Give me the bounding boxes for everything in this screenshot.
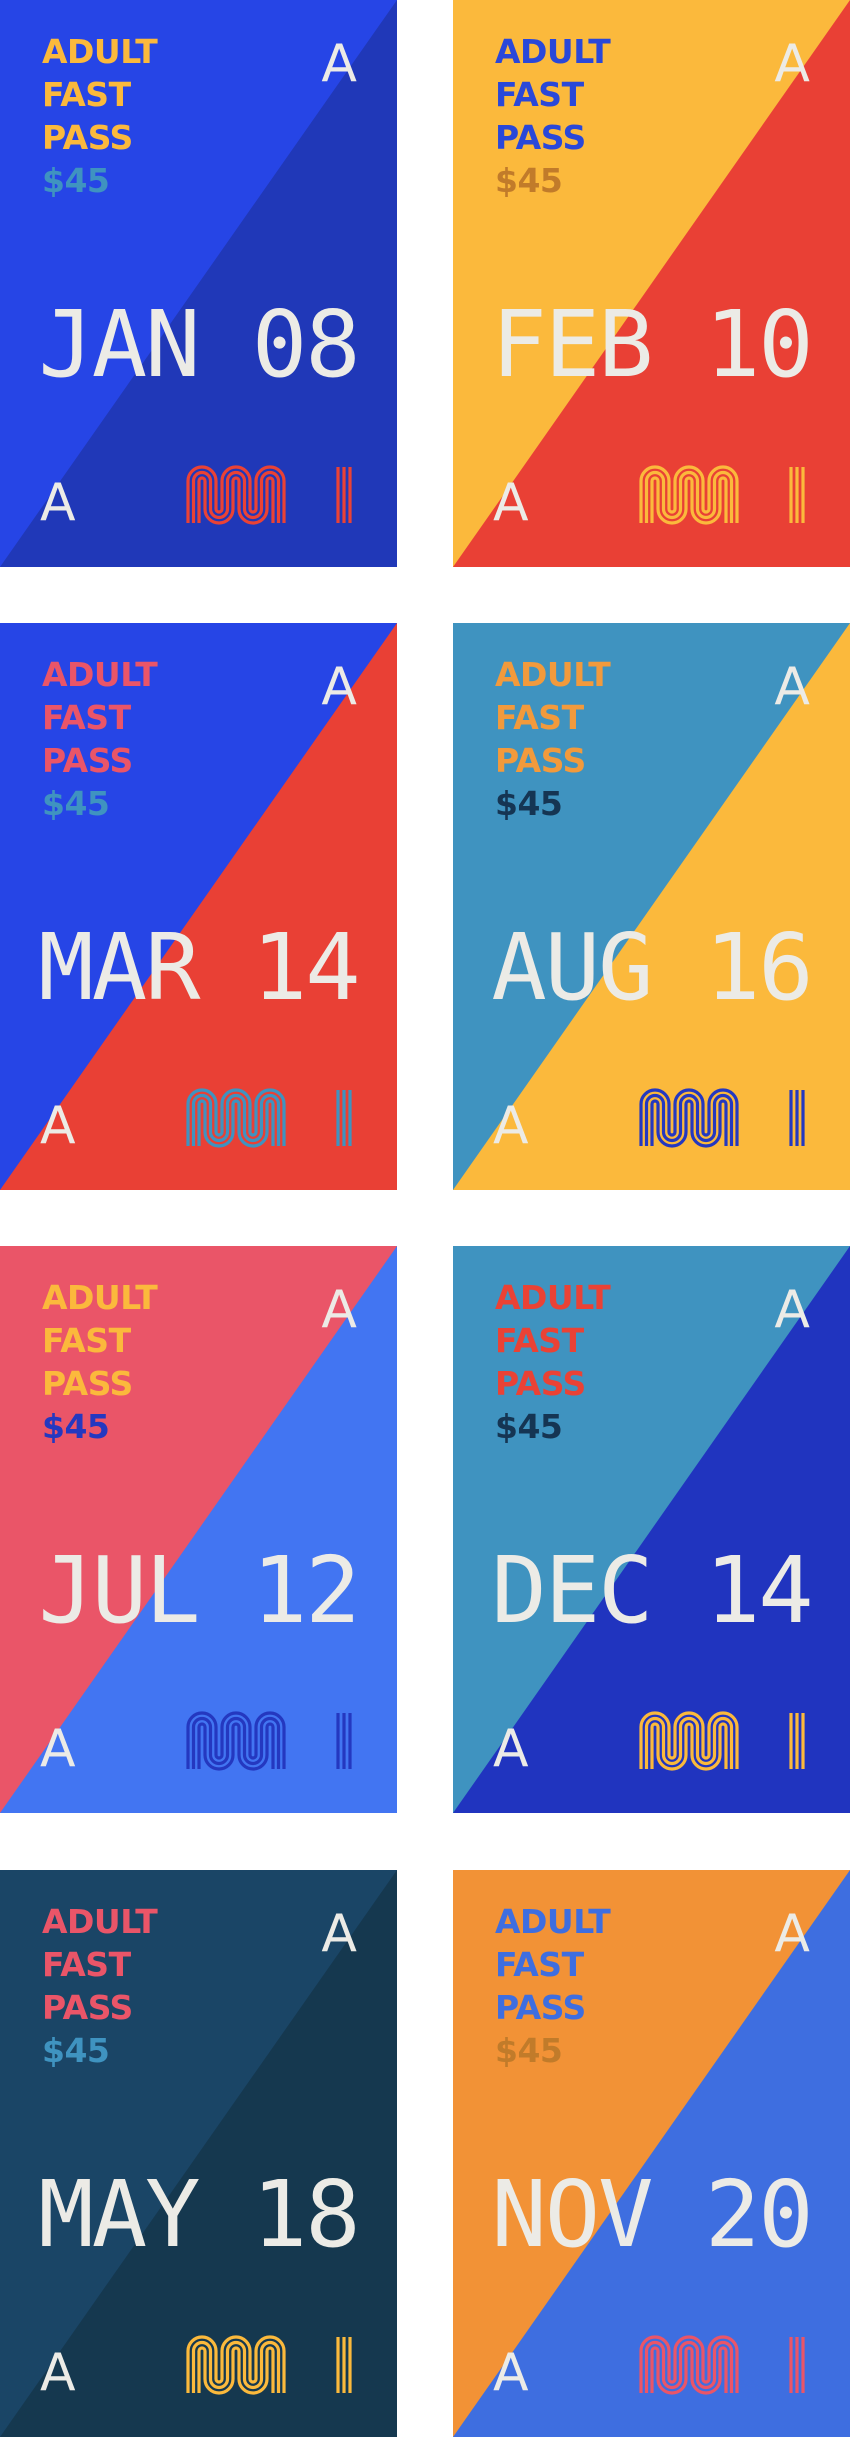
pass-label-line-adult: ADULT [495,655,611,694]
pass-date: JUL 12 [38,1537,360,1644]
pass-price: $45 [495,784,563,823]
fast-pass-card-jul-12: ADULT FAST PASS $45 A JUL 12 A [0,1246,397,1813]
pass-label-line-pass: PASS [42,1364,133,1403]
pass-label-line-adult: ADULT [42,1278,158,1317]
pass-price: $45 [42,2031,110,2070]
muni-logo-icon [186,1711,352,1771]
pass-label-line-fast: FAST [495,1321,584,1360]
pass-label-line-pass: PASS [495,1364,586,1403]
pass-label-line-adult: ADULT [495,32,611,71]
pass-label-line-fast: FAST [495,698,584,737]
muni-logo-icon [639,1711,805,1771]
muni-logo-icon [639,1088,805,1148]
pass-label: ADULT FAST PASS $45 [495,30,611,202]
pass-label: ADULT FAST PASS $45 [495,653,611,825]
pass-label-line-pass: PASS [495,118,586,157]
muni-logo-stroke [639,1711,739,1769]
pass-label-line-pass: PASS [42,118,133,157]
zone-letter-top: A [321,34,357,94]
fast-pass-card-aug-16: ADULT FAST PASS $45 A AUG 16 A [453,623,850,1190]
muni-logo-icon [186,465,352,525]
pass-label-line-adult: ADULT [42,655,158,694]
pass-label: ADULT FAST PASS $45 [42,30,158,202]
pass-price: $45 [42,1407,110,1446]
zone-letter-top: A [774,657,810,717]
zone-letter-top: A [321,1904,357,1964]
pass-label-line-fast: FAST [42,1321,131,1360]
pass-date: AUG 16 [491,914,813,1021]
pass-label-line-fast: FAST [495,1945,584,1984]
pass-label-line-adult: ADULT [42,1902,158,1941]
zone-letter-top: A [774,1280,810,1340]
zone-letter-top: A [774,34,810,94]
muni-logo-stroke [186,1711,286,1769]
pass-price: $45 [495,161,563,200]
zone-letter-top: A [321,1280,357,1340]
zone-letter-bottom: A [493,473,529,533]
fast-pass-card-may-18: ADULT FAST PASS $45 A MAY 18 A [0,1870,397,2437]
pass-price: $45 [42,784,110,823]
zone-letter-bottom: A [40,473,76,533]
fast-pass-card-feb-10: ADULT FAST PASS $45 A FEB 10 A [453,0,850,567]
pass-date: JAN 08 [38,291,360,398]
pass-price: $45 [495,1407,563,1446]
muni-logo-stroke [186,465,286,523]
muni-logo-stroke [639,2335,739,2393]
fast-pass-card-mar-14: ADULT FAST PASS $45 A MAR 14 A [0,623,397,1190]
pass-price: $45 [42,161,110,200]
pass-date: MAR 14 [38,914,360,1021]
muni-logo-icon [639,465,805,525]
zone-letter-bottom: A [493,2343,529,2403]
pass-label: ADULT FAST PASS $45 [42,653,158,825]
zone-letter-bottom: A [493,1096,529,1156]
pass-label-line-pass: PASS [42,1988,133,2027]
muni-logo-icon [639,2335,805,2395]
pass-date: NOV 20 [491,2161,813,2268]
pass-label-line-pass: PASS [495,1988,586,2027]
pass-label-line-pass: PASS [495,741,586,780]
muni-logo-stroke [639,465,739,523]
muni-logo-stroke [639,1088,739,1146]
pass-date: FEB 10 [491,291,813,398]
pass-label: ADULT FAST PASS $45 [495,1900,611,2072]
fast-pass-card-dec-14: ADULT FAST PASS $45 A DEC 14 A [453,1246,850,1813]
muni-logo-icon [186,2335,352,2395]
muni-logo-stroke [186,1088,286,1146]
pass-date: MAY 18 [38,2161,360,2268]
pass-label: ADULT FAST PASS $45 [495,1276,611,1448]
zone-letter-bottom: A [40,1096,76,1156]
zone-letter-bottom: A [493,1719,529,1779]
pass-label-line-fast: FAST [42,75,131,114]
pass-label-line-fast: FAST [495,75,584,114]
fast-pass-card-nov-20: ADULT FAST PASS $45 A NOV 20 A [453,1870,850,2437]
muni-logo-stroke [186,2335,286,2393]
zone-letter-bottom: A [40,1719,76,1779]
pass-date: DEC 14 [491,1537,813,1644]
pass-label-line-adult: ADULT [495,1278,611,1317]
pass-label-line-fast: FAST [42,698,131,737]
pass-label-line-adult: ADULT [495,1902,611,1941]
pass-label: ADULT FAST PASS $45 [42,1276,158,1448]
fast-pass-card-jan-08: ADULT FAST PASS $45 A JAN 08 A [0,0,397,567]
pass-label-line-adult: ADULT [42,32,158,71]
pass-label-line-pass: PASS [42,741,133,780]
pass-label: ADULT FAST PASS $45 [42,1900,158,2072]
pass-label-line-fast: FAST [42,1945,131,1984]
zone-letter-bottom: A [40,2343,76,2403]
pass-grid: ADULT FAST PASS $45 A JAN 08 A ADULT FAS… [0,0,850,2437]
muni-logo-icon [186,1088,352,1148]
pass-price: $45 [495,2031,563,2070]
zone-letter-top: A [774,1904,810,1964]
zone-letter-top: A [321,657,357,717]
